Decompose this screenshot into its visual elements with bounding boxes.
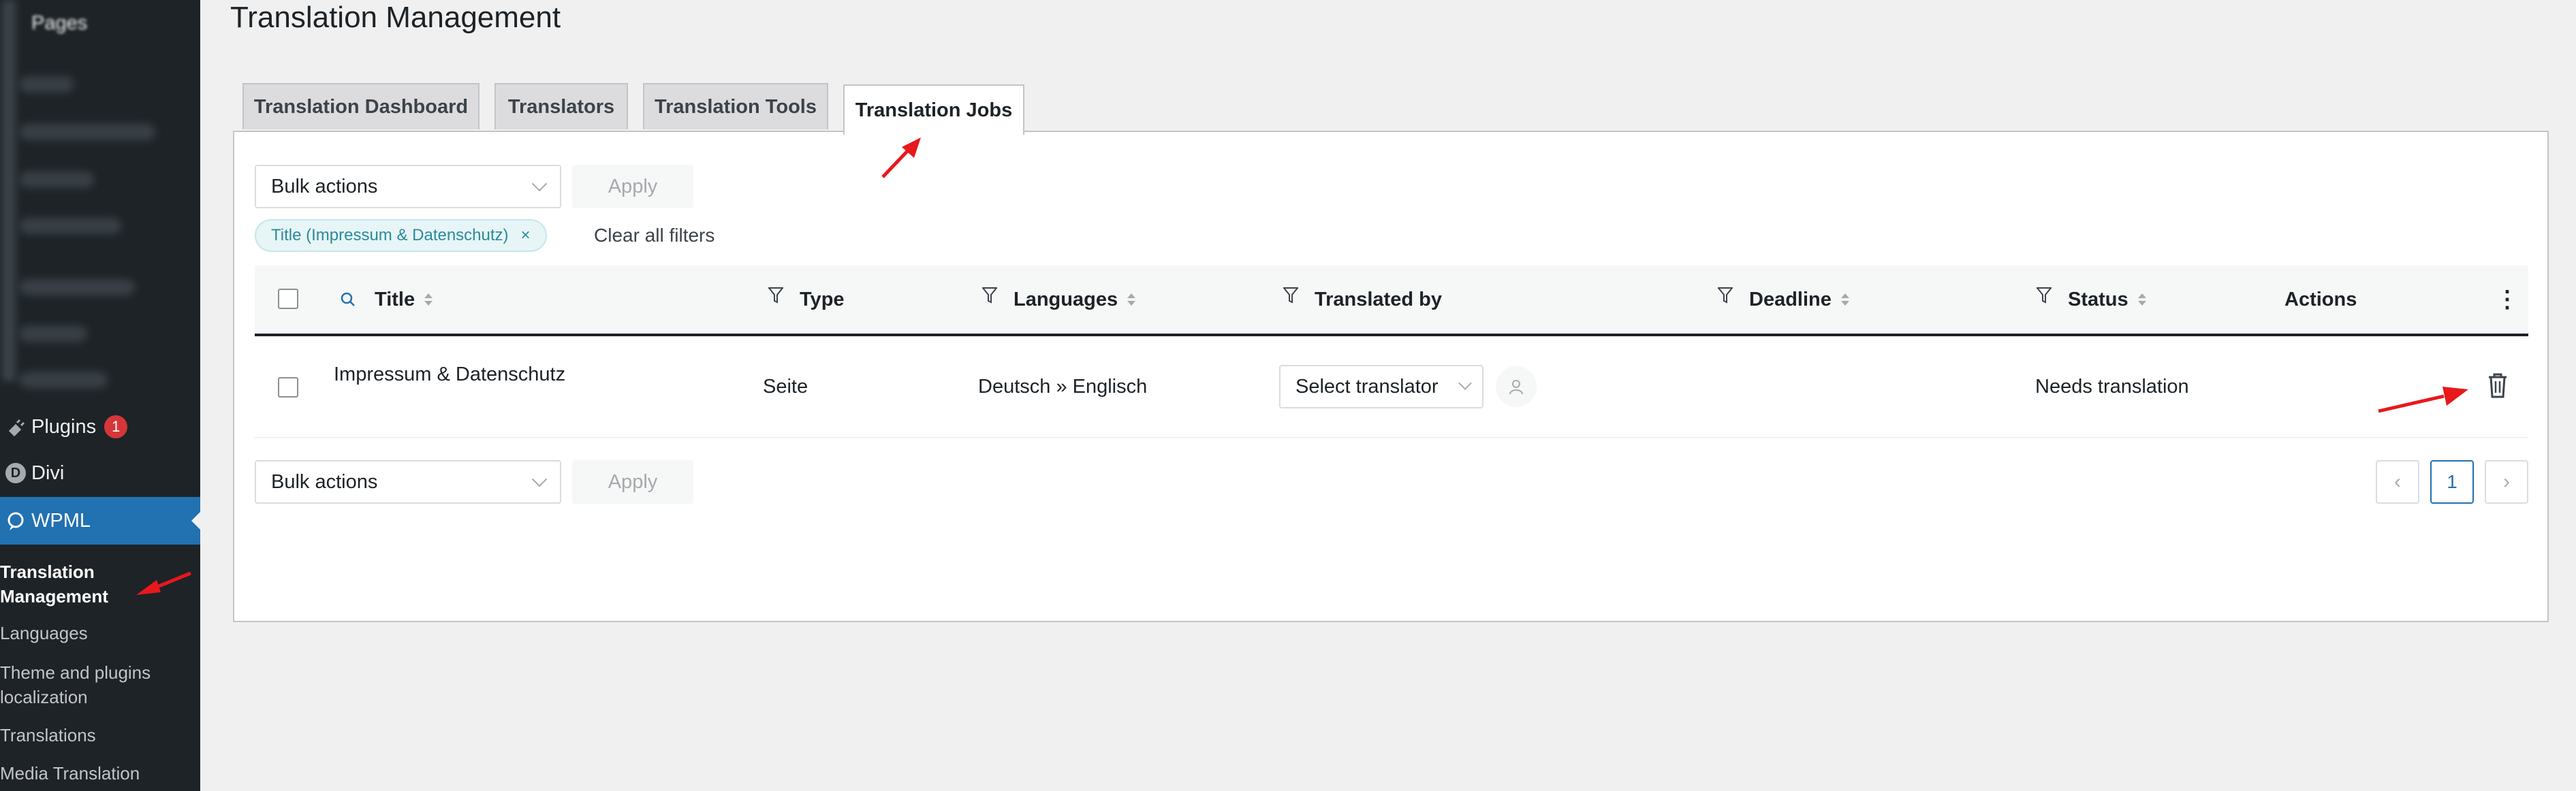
chevron-down-icon <box>1458 376 1472 390</box>
wpml-icon <box>0 511 31 531</box>
column-deadline-label: Deadline <box>1749 288 1832 310</box>
bulk-actions-label: Bulk actions <box>271 175 378 197</box>
select-translator-label: Select translator <box>1295 375 1439 398</box>
tab-translation-jobs[interactable]: Translation Jobs <box>843 84 1024 135</box>
search-icon[interactable] <box>339 291 357 308</box>
pagination-prev-button[interactable]: ‹ <box>2376 460 2419 504</box>
column-actions: Actions <box>2284 265 2357 334</box>
user-icon <box>1509 380 1523 395</box>
menu-item-pages[interactable]: Pages <box>0 3 200 44</box>
row-checkbox[interactable] <box>278 377 298 398</box>
submenu-translations[interactable]: Translations <box>0 723 200 747</box>
trash-icon[interactable] <box>2486 372 2509 399</box>
menu-item-divi[interactable]: D Divi <box>0 449 200 497</box>
column-languages[interactable]: Languages <box>982 265 1136 334</box>
blurred-menu-item <box>19 325 87 342</box>
close-icon[interactable]: × <box>521 226 531 245</box>
row-status: Needs translation <box>2035 376 2189 398</box>
blurred-menu-item <box>19 279 135 295</box>
sort-icon[interactable] <box>424 293 433 306</box>
tab-translators[interactable]: Translators <box>494 83 628 129</box>
menu-label-wpml: WPML <box>31 509 91 532</box>
row-languages: Deutsch » Englisch <box>978 376 1148 398</box>
blurred-menu-item <box>19 76 74 93</box>
column-title[interactable]: Title <box>339 265 433 334</box>
blurred-icons <box>0 0 18 381</box>
apply-button-bottom[interactable]: Apply <box>572 460 693 504</box>
filter-icon[interactable] <box>1718 287 1733 304</box>
divi-icon: D <box>0 463 31 483</box>
column-status[interactable]: Status <box>2037 265 2146 334</box>
bulk-actions-label: Bulk actions <box>271 470 378 493</box>
column-languages-label: Languages <box>1014 288 1118 310</box>
table-header: Title Type Languages Translated by Deadl… <box>255 265 2528 336</box>
column-title-label: Title <box>375 288 415 310</box>
column-actions-label: Actions <box>2284 288 2357 310</box>
menu-item-plugins[interactable]: Plugins 1 <box>0 403 200 451</box>
sort-icon[interactable] <box>1127 293 1136 306</box>
submenu-translation-management[interactable]: Translation Management <box>0 560 200 609</box>
filter-icon[interactable] <box>2037 287 2052 304</box>
chevron-down-icon <box>531 176 548 192</box>
select-translator-dropdown[interactable]: Select translator <box>1279 365 1483 408</box>
plugin-icon <box>0 417 31 436</box>
column-deadline[interactable]: Deadline <box>1718 265 1849 334</box>
tab-translation-dashboard[interactable]: Translation Dashboard <box>242 83 480 129</box>
menu-item-wpml[interactable]: WPML <box>0 497 200 545</box>
column-status-label: Status <box>2068 288 2129 310</box>
apply-button-top[interactable]: Apply <box>572 165 693 208</box>
submenu-media-translation[interactable]: Media Translation <box>0 761 200 786</box>
table-row: Impressum & Datenschutz Seite Deutsch » … <box>255 336 2528 438</box>
blurred-menu-item <box>19 218 121 234</box>
filter-icon[interactable] <box>1283 287 1298 304</box>
sort-icon[interactable] <box>2137 293 2146 306</box>
column-translated-by[interactable]: Translated by <box>1283 265 1442 334</box>
blurred-menu-item <box>19 172 94 188</box>
submenu-theme-plugins-localization[interactable]: Theme and plugins localization <box>0 660 200 709</box>
filter-chip-label: Title (Impressum & Datenschutz) <box>271 226 509 244</box>
filter-icon[interactable] <box>768 287 783 304</box>
page-title: Translation Management <box>230 1 561 34</box>
row-title[interactable]: Impressum & Datenschutz <box>334 364 565 386</box>
update-count-badge: 1 <box>104 415 128 438</box>
column-type-label: Type <box>800 288 845 310</box>
more-options-icon[interactable]: ⋮ <box>2496 265 2519 334</box>
blurred-menu-item <box>19 124 155 140</box>
pagination-next-button[interactable]: › <box>2485 460 2528 504</box>
menu-label-divi: Divi <box>31 462 65 484</box>
clear-all-filters-link[interactable]: Clear all filters <box>594 225 714 246</box>
column-translated-by-label: Translated by <box>1315 288 1442 310</box>
menu-label-plugins: Plugins <box>31 415 97 438</box>
submenu-languages[interactable]: Languages <box>0 621 200 645</box>
select-all-checkbox[interactable] <box>278 289 298 309</box>
row-type: Seite <box>763 376 808 398</box>
bulk-actions-select-top[interactable]: Bulk actions <box>255 165 561 208</box>
pagination-page-button[interactable]: 1 <box>2430 460 2474 504</box>
chevron-down-icon <box>531 471 548 487</box>
filter-chip-title: Title (Impressum & Datenschutz) × <box>255 219 547 252</box>
filter-icon[interactable] <box>982 287 997 304</box>
sort-icon[interactable] <box>1840 293 1849 306</box>
assign-user-button[interactable] <box>1496 366 1537 407</box>
admin-sidebar: Pages Plugins 1 D Divi WPML Translation … <box>0 0 200 791</box>
bulk-actions-select-bottom[interactable]: Bulk actions <box>255 460 561 504</box>
blurred-menu-item <box>19 372 108 388</box>
column-type[interactable]: Type <box>768 265 845 334</box>
active-menu-notch <box>191 512 200 530</box>
menu-label-pages: Pages <box>31 12 88 34</box>
tab-translation-tools[interactable]: Translation Tools <box>643 83 828 129</box>
